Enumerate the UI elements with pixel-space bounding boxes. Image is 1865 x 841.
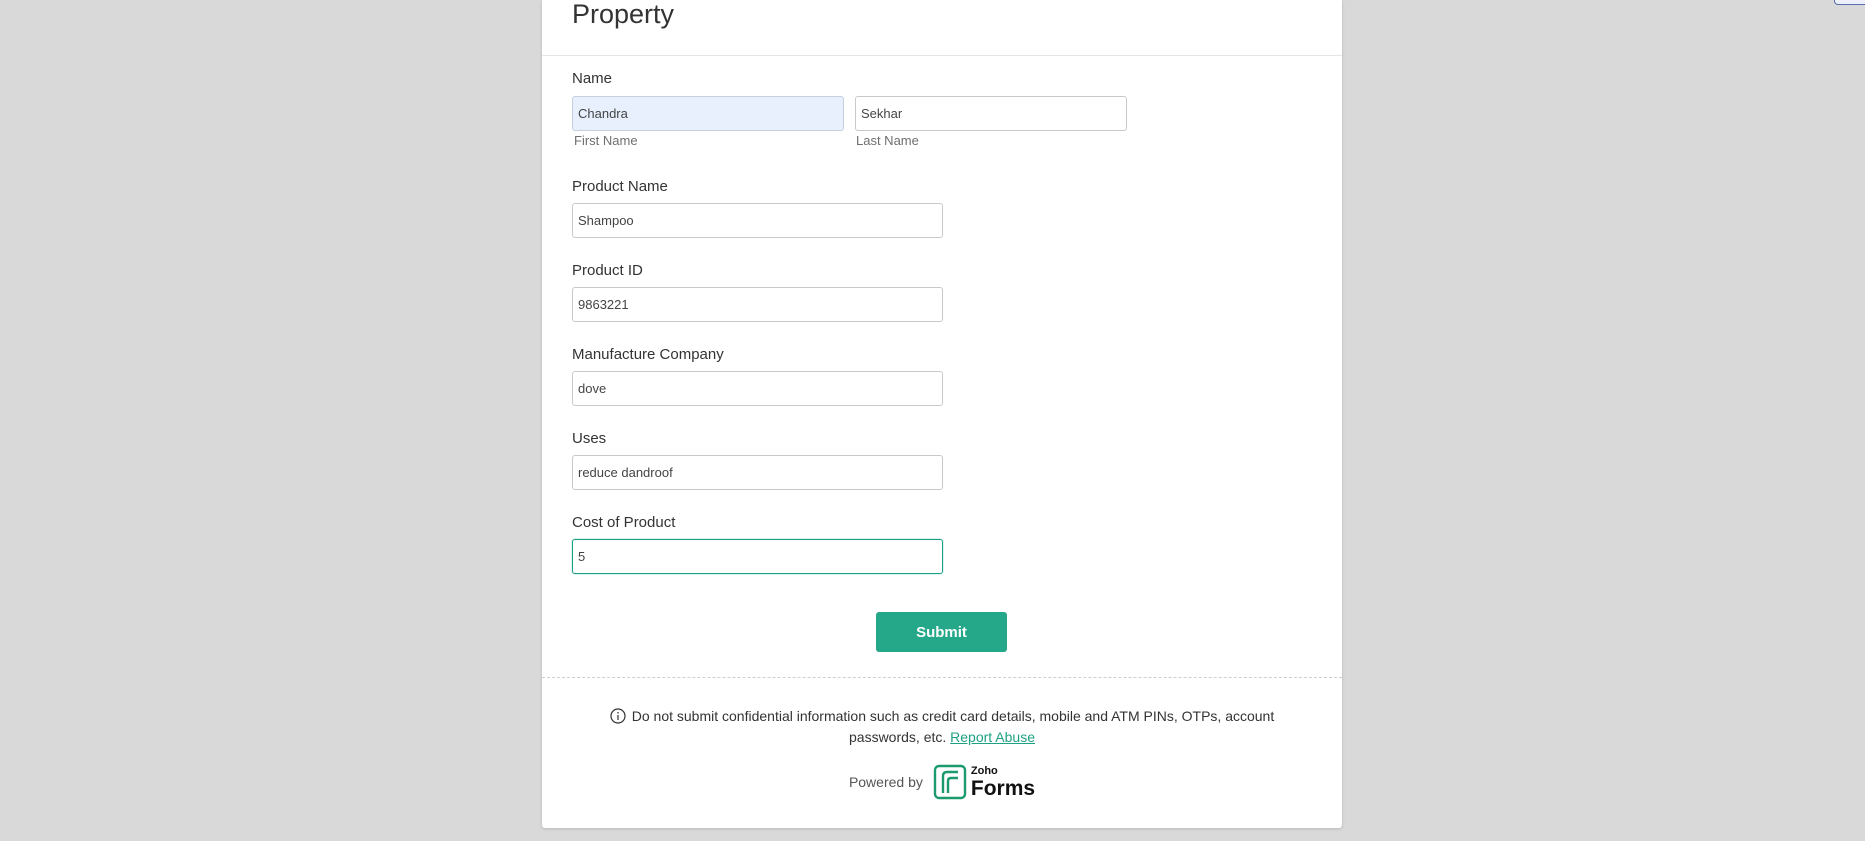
uses-input[interactable]: [572, 455, 943, 490]
form-card: Property Name First Name Last Name Produ…: [542, 0, 1342, 828]
uses-label: Uses: [572, 430, 607, 447]
submit-button[interactable]: Submit: [876, 612, 1007, 652]
powered-by-text: Powered by: [848, 774, 923, 790]
product-name-label: Product Name: [572, 178, 668, 195]
last-name-input[interactable]: [855, 96, 1127, 131]
confidential-notice: Do not submit confidential information s…: [582, 706, 1302, 748]
name-label: Name: [572, 70, 613, 87]
first-name-input[interactable]: [572, 96, 844, 131]
logo-zoho-text: Zoho: [970, 764, 998, 777]
logo-forms-text: Forms: [970, 776, 1036, 800]
cost-input[interactable]: [572, 539, 943, 574]
info-circle-icon: [610, 708, 626, 724]
manufacture-company-input[interactable]: [572, 371, 943, 406]
form-header: Property: [542, 0, 1342, 56]
cost-label: Cost of Product: [572, 514, 676, 531]
report-abuse-link[interactable]: Report Abuse: [950, 729, 1035, 745]
footer-divider: [542, 677, 1342, 678]
product-id-input[interactable]: [572, 287, 943, 322]
last-name-sublabel: Last Name: [856, 133, 919, 148]
form-title: Property: [572, 0, 675, 29]
first-name-sublabel: First Name: [574, 133, 638, 148]
corner-tab[interactable]: [1834, 0, 1865, 5]
manufacture-company-label: Manufacture Company: [572, 346, 724, 363]
zoho-forms-logo[interactable]: Zoho Forms: [933, 763, 1035, 801]
product-name-input[interactable]: [572, 203, 943, 238]
zoho-forms-logo-icon: [933, 764, 967, 800]
powered-by: Powered by Zoho Forms: [542, 762, 1342, 802]
product-id-label: Product ID: [572, 262, 643, 279]
